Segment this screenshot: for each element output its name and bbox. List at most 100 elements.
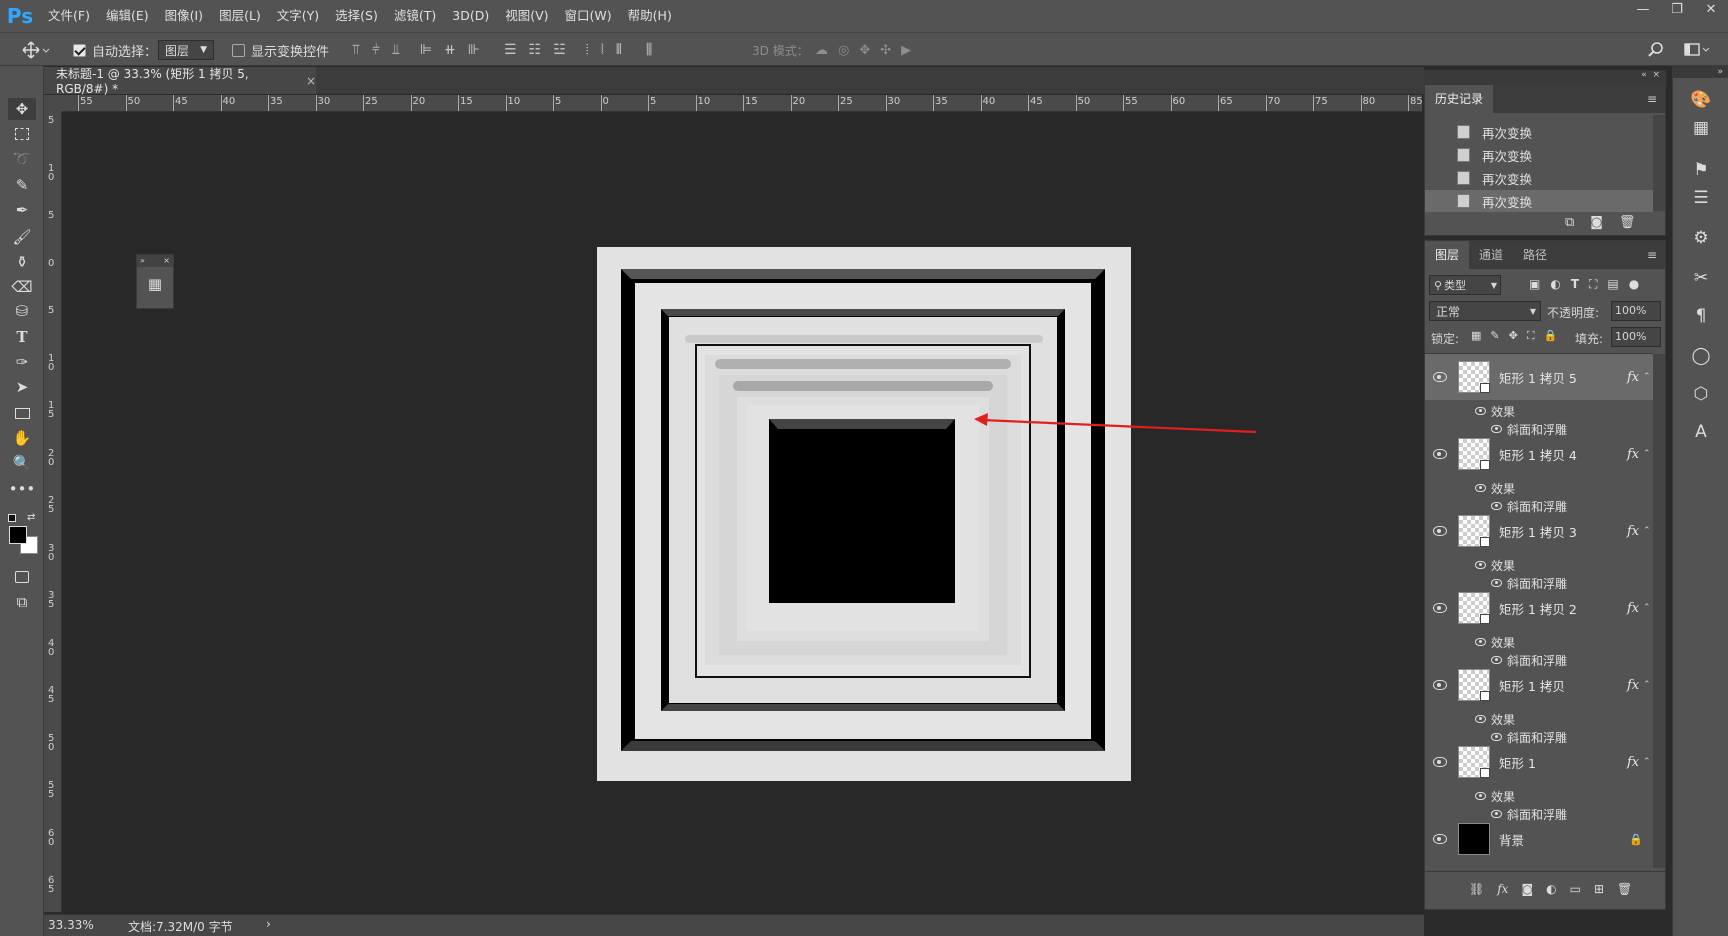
fx-icon[interactable]: fx	[1627, 447, 1639, 462]
effects-row[interactable]: 效果	[1425, 633, 1653, 651]
align-left-icon[interactable]: ⊫	[420, 42, 432, 58]
lock-artboard-icon[interactable]: ⛶	[1527, 329, 1535, 343]
3d-slide-icon[interactable]: ✣	[880, 43, 891, 58]
distribute-bottom-icon[interactable]: ☳	[553, 42, 566, 58]
effects-row[interactable]: 效果	[1425, 787, 1653, 805]
expand-panel-icon[interactable]: »	[140, 255, 145, 267]
effects-eye-icon[interactable]	[1475, 407, 1486, 415]
history-brush-icon[interactable]: ◯	[1687, 346, 1715, 370]
visibility-eye-icon[interactable]	[1433, 834, 1447, 844]
effects-eye-icon[interactable]	[1475, 792, 1486, 800]
lock-transparency-icon[interactable]: ▦	[1471, 329, 1481, 343]
align-top-icon[interactable]: ⫪	[352, 42, 360, 58]
history-item[interactable]: 再次变换	[1425, 144, 1653, 166]
rectangle-tool-icon[interactable]	[8, 402, 36, 424]
more-tools-icon[interactable]: •••	[8, 478, 36, 500]
expand-effects-icon[interactable]: ⌃	[1643, 526, 1651, 536]
minimize-button[interactable]: —	[1626, 0, 1660, 22]
new-document-from-state-icon[interactable]: ⧉	[1565, 215, 1574, 230]
show-transform-checkbox[interactable]	[232, 43, 245, 57]
effects-row[interactable]: 效果	[1425, 710, 1653, 728]
visibility-eye-icon[interactable]	[1433, 603, 1447, 613]
expand-effects-icon[interactable]: ⌃	[1643, 757, 1651, 767]
menu-file[interactable]: 文件(F)	[40, 0, 98, 32]
swap-colors-icon[interactable]: ⇄	[27, 512, 35, 523]
auto-select-checkbox[interactable]	[73, 43, 86, 57]
clone-source-icon[interactable]: ✂	[1687, 268, 1715, 292]
collapse-panels-icon[interactable]: «	[1641, 70, 1647, 80]
distribute-top-icon[interactable]: ☰	[504, 42, 517, 58]
align-right-icon[interactable]: ⊪	[468, 42, 480, 58]
color-palette-icon[interactable]: 🎨	[1687, 90, 1715, 114]
default-colors-icon[interactable]	[8, 514, 16, 522]
paragraph-icon[interactable]: ¶	[1687, 306, 1715, 330]
move-tool-preset-icon[interactable]	[22, 33, 50, 67]
auto-select-dropdown[interactable]: 图层 ▼	[158, 40, 214, 60]
visibility-eye-icon[interactable]	[1433, 680, 1447, 690]
expand-effects-icon[interactable]: ⌃	[1643, 449, 1651, 459]
add-style-fx-icon[interactable]: fx	[1497, 882, 1508, 896]
filter-pixel-icon[interactable]: ▣	[1529, 277, 1540, 292]
filter-shape-icon[interactable]: ⛶	[1589, 277, 1597, 292]
foreground-color-swatch[interactable]	[9, 526, 27, 544]
3d-pan-icon[interactable]: ✥	[859, 43, 870, 58]
layer-row[interactable]: 矩形 1 拷贝 5 fx ⌃	[1425, 354, 1653, 400]
filter-toggle-icon[interactable]: ●	[1629, 277, 1639, 292]
layer-row[interactable]: 矩形 1 fx ⌃	[1425, 739, 1653, 785]
fx-icon[interactable]: fx	[1627, 678, 1639, 693]
tab-history[interactable]: 历史记录	[1425, 85, 1494, 113]
eraser-tool-icon[interactable]: ⌫	[8, 276, 36, 298]
lasso-tool-icon[interactable]: ➰	[8, 148, 36, 170]
lock-pixels-icon[interactable]: ✎	[1490, 329, 1499, 343]
menu-window[interactable]: 窗口(W)	[557, 0, 620, 32]
swatches-grid-icon[interactable]: ▦	[1687, 118, 1715, 142]
visibility-eye-icon[interactable]	[1433, 372, 1447, 382]
3d-orbit-icon[interactable]: ☁	[815, 43, 828, 58]
brush-tool-icon[interactable]: 🖌	[8, 226, 36, 248]
distribute-hcenter-icon[interactable]: ⦚	[601, 42, 604, 58]
new-group-icon[interactable]: ▭	[1570, 882, 1581, 896]
menu-layer[interactable]: 图层(L)	[211, 0, 269, 32]
auto-align-icon[interactable]: ⫼	[646, 42, 652, 58]
menu-image[interactable]: 图像(I)	[157, 0, 211, 32]
move-tool-icon[interactable]: ✥	[8, 98, 36, 120]
effects-row[interactable]: 效果	[1425, 479, 1653, 497]
align-vcenter-icon[interactable]: ⫩	[372, 42, 380, 58]
visibility-eye-icon[interactable]	[1433, 526, 1447, 536]
layer-row[interactable]: 矩形 1 拷贝 3 fx ⌃	[1425, 508, 1653, 554]
close-tab-icon[interactable]: ×	[306, 74, 316, 88]
menu-filter[interactable]: 滤镜(T)	[386, 0, 444, 32]
stamp-tool-icon[interactable]: ⚱	[8, 251, 36, 273]
maximize-button[interactable]: ❐	[1660, 0, 1694, 22]
add-mask-icon[interactable]: ◙	[1521, 882, 1533, 896]
fx-icon[interactable]: fx	[1627, 524, 1639, 539]
3d-roll-icon[interactable]: ◎	[838, 43, 849, 58]
path-select-tool-icon[interactable]: ➤	[8, 376, 36, 398]
lock-all-icon[interactable]: 🔒	[1544, 329, 1558, 343]
document-canvas[interactable]	[597, 247, 1131, 781]
tab-paths[interactable]: 路径	[1513, 241, 1557, 269]
lock-icon[interactable]: 🔒	[1629, 833, 1643, 846]
filter-adjustment-icon[interactable]: ◐	[1550, 277, 1560, 292]
adjustments-sliders-icon[interactable]: ☰	[1687, 188, 1715, 212]
close-button[interactable]: ✕	[1694, 0, 1728, 22]
effects-eye-icon[interactable]	[1475, 715, 1486, 723]
marquee-tool-icon[interactable]	[8, 123, 36, 145]
history-item[interactable]: 再次变换	[1425, 167, 1653, 189]
expand-effects-icon[interactable]: ⌃	[1643, 603, 1651, 613]
lock-position-icon[interactable]: ✥	[1509, 329, 1518, 343]
menu-edit[interactable]: 编辑(E)	[98, 0, 157, 32]
expand-effects-icon[interactable]: ⌃	[1643, 372, 1651, 382]
effects-row[interactable]: 效果	[1425, 556, 1653, 574]
hand-tool-icon[interactable]: ✋	[8, 427, 36, 449]
type-tool-icon[interactable]: T	[8, 326, 36, 348]
menu-3d[interactable]: 3D(D)	[444, 0, 497, 32]
pen-tool-icon[interactable]: ✑	[8, 351, 36, 373]
layer-filter-dropdown[interactable]: ⚲ 类型 ▼	[1429, 275, 1501, 295]
brushes-icon[interactable]: ⚑	[1687, 160, 1715, 184]
history-item[interactable]: 再次变换	[1425, 121, 1653, 143]
paint-bucket-tool-icon[interactable]: ⛁	[8, 300, 36, 322]
effects-eye-icon[interactable]	[1475, 638, 1486, 646]
fx-icon[interactable]: fx	[1627, 755, 1639, 770]
status-menu-arrow[interactable]: ›	[266, 917, 271, 931]
